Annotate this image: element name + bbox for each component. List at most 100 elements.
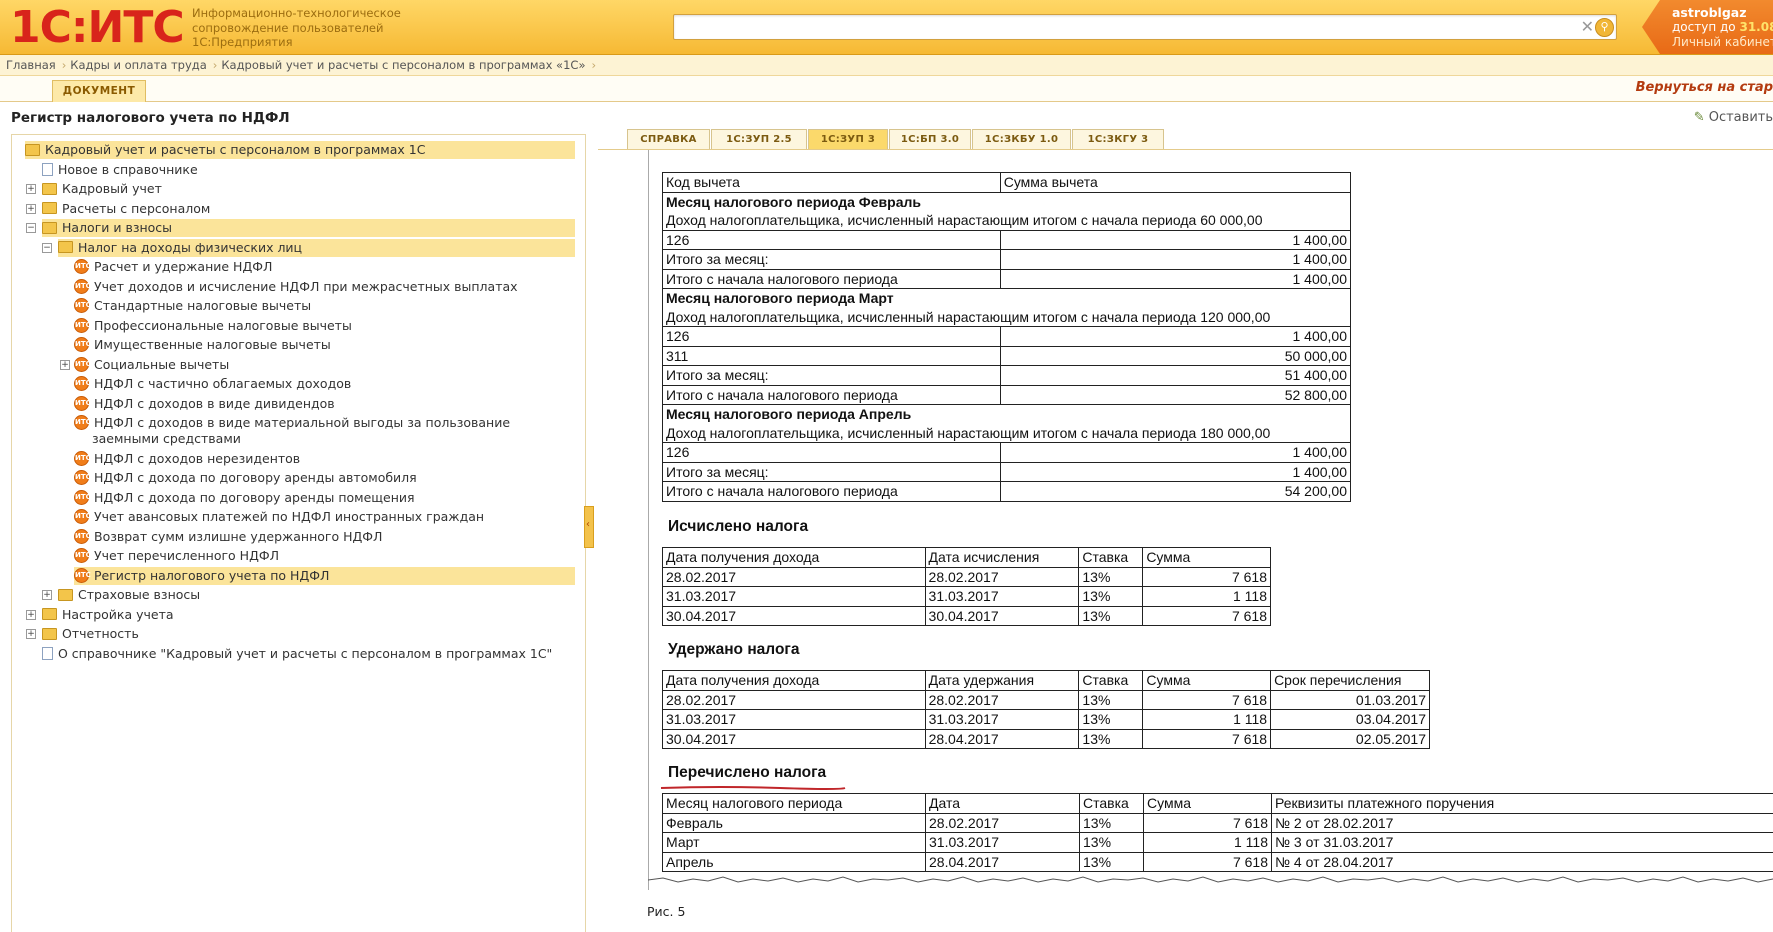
table-cell: Февраль: [663, 813, 926, 833]
expand-icon[interactable]: +: [26, 629, 36, 639]
tree-item[interactable]: ИТСУчет доходов и исчисление НДФЛ при ме…: [74, 278, 518, 296]
table-row: 31150 000,00: [663, 346, 1351, 366]
tree-item[interactable]: ИТССоциальные вычеты: [74, 356, 229, 374]
navigation-tree: Кадровый учет и расчеты с персоналом в п…: [11, 134, 586, 932]
table-row: 1261 400,00: [663, 327, 1351, 347]
month-title-row: Месяц налогового периода Апрель: [663, 405, 1351, 424]
tree-item[interactable]: Кадровый учет и расчеты с персоналом в п…: [25, 141, 575, 159]
tree-item-label: НДФЛ с дохода по договору аренды автомоб…: [94, 470, 417, 485]
tree-item[interactable]: ИТСНДФЛ с дохода по договору аренды поме…: [74, 489, 415, 507]
tree-item[interactable]: ИТСВозврат сумм излишне удержанного НДФЛ: [74, 528, 382, 546]
tree-item[interactable]: ИТСРасчет и удержание НДФЛ: [74, 258, 272, 276]
account-username[interactable]: astroblgaz: [1672, 5, 1747, 20]
table-header-row: Дата получения доходаДата исчисленияСтав…: [663, 548, 1271, 568]
tab-bp-30[interactable]: 1С:БП 3.0: [889, 129, 971, 149]
tree-item[interactable]: ИТСНДФЛ с дохода по договору аренды авто…: [74, 469, 417, 487]
tree-item-label: Социальные вычеты: [94, 357, 229, 372]
breadcrumb-guide[interactable]: Кадровый учет и расчеты с персоналом в п…: [221, 58, 585, 72]
folder-icon: [42, 628, 57, 640]
breadcrumb-separator-icon: ›: [62, 58, 67, 72]
its-logo[interactable]: 1С:ИТС: [10, 4, 184, 52]
tree-item[interactable]: ИТСУчет перечисленного НДФЛ: [74, 547, 279, 565]
expand-icon[interactable]: +: [26, 610, 36, 620]
breadcrumb-hr[interactable]: Кадры и оплата труда: [70, 58, 206, 72]
tree-item[interactable]: ИТСНДФЛ с доходов нерезидентов: [74, 450, 300, 468]
expand-icon[interactable]: +: [60, 360, 70, 370]
deduction-code: Итого с начала налогового периода: [663, 482, 1001, 502]
expand-icon[interactable]: +: [26, 184, 36, 194]
tree-item[interactable]: Отчетность: [42, 625, 139, 643]
table-cell: 28.02.2017: [663, 690, 926, 710]
document-icon: [42, 163, 53, 176]
table-row: Итого с начала налогового периода1 400,0…: [663, 269, 1351, 289]
deduction-code: Итого за месяц:: [663, 366, 1001, 386]
tree-item[interactable]: Расчеты с персоналом: [42, 200, 210, 218]
its-badge-icon: ИТС: [74, 298, 89, 313]
clear-search-icon[interactable]: ✕: [1581, 17, 1594, 36]
tab-zkbu-10[interactable]: 1С:ЗКБУ 1.0: [972, 129, 1071, 149]
red-underline-mark: [660, 785, 846, 791]
deduction-amount: 1 400,00: [1000, 327, 1350, 347]
tree-item[interactable]: ИТСПрофессиональные налоговые вычеты: [74, 317, 352, 335]
tab-zkgu-3[interactable]: 1С:ЗКГУ 3: [1072, 129, 1164, 149]
tree-item[interactable]: Новое в справочнике: [42, 161, 198, 179]
tree-item[interactable]: Налог на доходы физических лиц: [58, 239, 575, 257]
deductions-table: Код вычетаСумма вычета Месяц налогового …: [662, 172, 1351, 502]
breadcrumb-home[interactable]: Главная: [6, 58, 56, 72]
tree-item-label: О справочнике "Кадровый учет и расчеты с…: [58, 646, 552, 661]
personal-cabinet-link[interactable]: Личный кабинет: [1672, 35, 1773, 49]
tab-spravka[interactable]: СПРАВКА: [627, 129, 710, 149]
table-cell: 28.02.2017: [925, 690, 1079, 710]
tree-item[interactable]: ИТСИмущественные налоговые вычеты: [74, 336, 331, 354]
table-cell: 13%: [1079, 690, 1143, 710]
tree-item[interactable]: Страховые взносы: [58, 586, 200, 604]
tree-item[interactable]: ИТСРегистр налогового учета по НДФЛ: [74, 567, 575, 585]
tree-item[interactable]: ИТСНДФЛ с доходов в виде дивидендов: [74, 395, 335, 413]
leave-comment-link[interactable]: ✎ Оставить: [1694, 110, 1773, 125]
pencil-icon: ✎: [1694, 110, 1705, 125]
search-input[interactable]: ✕ ⚲: [673, 14, 1617, 40]
collapse-icon[interactable]: −: [42, 243, 52, 253]
column-header: Код вычета: [663, 173, 1001, 193]
tab-zup-25[interactable]: 1С:ЗУП 2.5: [711, 129, 807, 149]
tree-item[interactable]: ИТСНДФЛ с частично облагаемых доходов: [74, 375, 351, 393]
tree-item[interactable]: ИТССтандартные налоговые вычеты: [74, 297, 311, 315]
tree-item-label: Учет авансовых платежей по НДФЛ иностран…: [94, 509, 484, 524]
panel-splitter[interactable]: ‹: [584, 506, 594, 548]
table-header-row: Код вычетаСумма вычета: [663, 173, 1351, 193]
tree-item[interactable]: Настройка учета: [42, 606, 174, 624]
withheld-tax-table: Дата получения доходаДата удержанияСтавк…: [662, 670, 1430, 749]
account-panel[interactable]: astroblgaz доступ до 31.08. Личный кабин…: [1642, 0, 1773, 54]
tab-zup-3[interactable]: 1С:ЗУП 3: [808, 129, 888, 149]
leave-comment-label: Оставить: [1709, 110, 1773, 125]
top-header: 1С:ИТС Информационно-технологическое соп…: [0, 0, 1773, 55]
table-cell: Апрель: [663, 852, 926, 872]
table-cell: 7 618: [1143, 567, 1271, 587]
deduction-code: Итого за месяц:: [663, 250, 1001, 270]
folder-icon: [42, 202, 57, 214]
expand-icon[interactable]: +: [26, 204, 36, 214]
table-row: Февраль28.02.201713%7 618№ 2 от 28.02.20…: [663, 813, 1773, 833]
tree-item[interactable]: О справочнике "Кадровый учет и расчеты с…: [42, 645, 552, 663]
table-cell: № 3 от 31.03.2017: [1272, 833, 1773, 853]
expand-icon[interactable]: +: [42, 590, 52, 600]
collapse-icon[interactable]: −: [26, 223, 36, 233]
tab-document[interactable]: ДОКУМЕНТ: [52, 80, 146, 102]
access-date: 31.08.: [1739, 20, 1773, 34]
table-row: 28.02.201728.02.201713%7 618: [663, 567, 1271, 587]
folder-icon: [42, 183, 57, 195]
search-icon[interactable]: ⚲: [1595, 18, 1614, 37]
tree-item-label: Профессиональные налоговые вычеты: [94, 318, 352, 333]
table-cell: 13%: [1079, 567, 1143, 587]
tree-item[interactable]: Налоги и взносы: [42, 219, 575, 237]
back-link[interactable]: Вернуться на стар: [1636, 80, 1773, 95]
tree-item[interactable]: Кадровый учет: [42, 180, 162, 198]
tree-item[interactable]: ИТСУчет авансовых платежей по НДФЛ иност…: [74, 508, 484, 526]
tree-item-continuation[interactable]: заемными средствами: [92, 430, 241, 448]
its-badge-icon: ИТС: [74, 451, 89, 466]
calculated-tax-table: Дата получения доходаДата исчисленияСтав…: [662, 547, 1271, 626]
table-cell: 7 618: [1143, 606, 1271, 626]
its-badge-icon: ИТС: [74, 396, 89, 411]
deduction-amount: 50 000,00: [1000, 346, 1350, 366]
deduction-amount: 1 400,00: [1000, 230, 1350, 250]
